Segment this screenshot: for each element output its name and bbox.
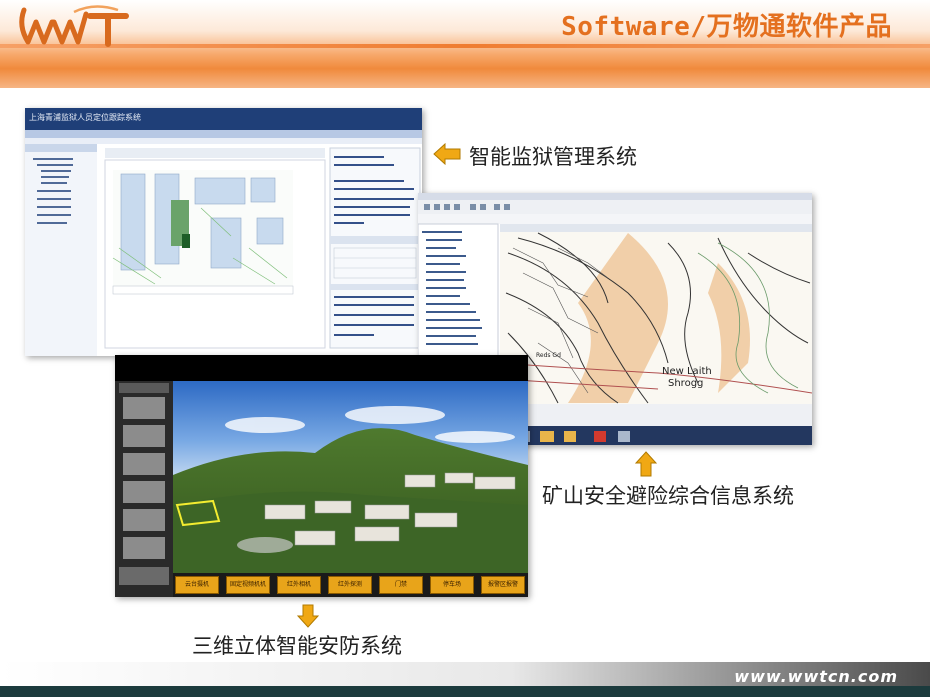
- prison-screen-title: 上海青浦监狱人员定位跟踪系统: [29, 113, 141, 122]
- arrow-down-icon: [297, 604, 319, 628]
- cloud-camera-button[interactable]: 云台摄机: [175, 576, 219, 594]
- footer-bar: [0, 686, 930, 697]
- header-divider: [0, 44, 930, 48]
- page-title: Software/万物通软件产品: [561, 12, 892, 42]
- security-control-bar: 云台摄机 固定视频机机 红外相机 红外探测 门禁 停车场 报警区报警: [175, 576, 528, 594]
- prison-system-ui: [25, 108, 422, 356]
- arrow-up-icon: [635, 451, 657, 477]
- arrow-left-icon: [433, 143, 461, 165]
- security-3d-screenshot: 云台摄机 固定视频机机 红外相机 红外探测 门禁 停车场 报警区报警: [115, 355, 528, 597]
- zone-alarm-button[interactable]: 报警区报警: [481, 576, 525, 594]
- prison-system-screenshot: 上海青浦监狱人员定位跟踪系统: [25, 108, 422, 356]
- caption-prison-system: 智能监狱管理系统: [469, 145, 637, 169]
- fixed-camera-button[interactable]: 固定视频机机: [226, 576, 270, 594]
- security-3d-scene: [115, 355, 528, 597]
- infrared-detect-button[interactable]: 红外探测: [328, 576, 372, 594]
- map-label-new-laith: New Laith: [662, 366, 712, 377]
- infrared-camera-button[interactable]: 红外相机: [277, 576, 321, 594]
- header-banner: Software/万物通软件产品: [0, 0, 930, 88]
- caption-security-system: 三维立体智能安防系统: [192, 634, 402, 658]
- caption-mining-system: 矿山安全避险综合信息系统: [542, 484, 794, 508]
- company-logo: [19, 5, 129, 47]
- parking-button[interactable]: 停车场: [430, 576, 474, 594]
- footer-url: www.wwtcn.com: [734, 667, 898, 686]
- map-label-shrogg: Shrogg: [668, 378, 704, 389]
- map-label-reds-gd: Reds Gd: [536, 352, 561, 359]
- access-control-button[interactable]: 门禁: [379, 576, 423, 594]
